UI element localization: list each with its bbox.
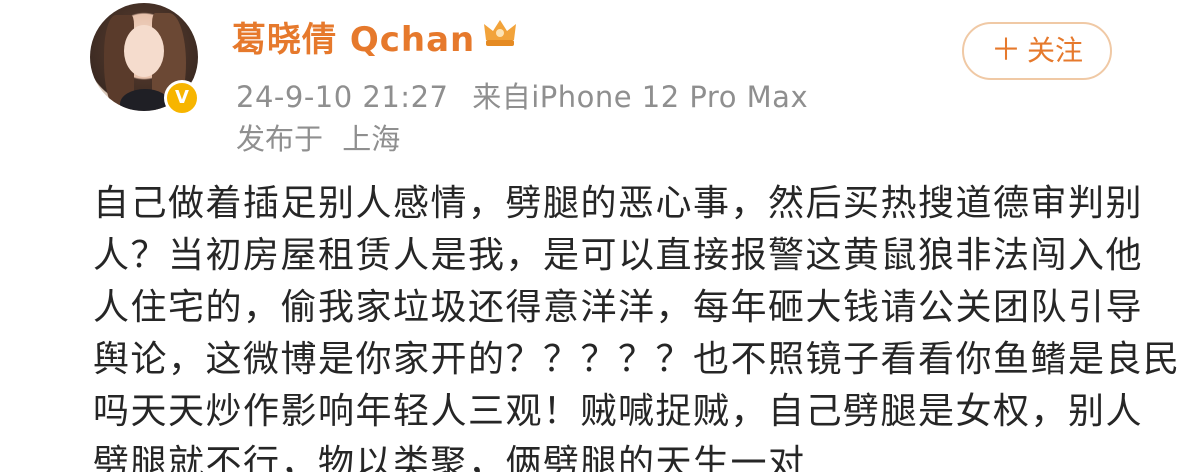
- location-label: 发布于: [236, 122, 324, 156]
- post-text: 自己做着插足别人感情，劈腿的恶心事，然后买热搜道德审判别 人？当初房屋租赁人是我…: [93, 178, 1181, 472]
- weibo-post-card: V 葛晓倩 Qchan 24-9-10 21:27 来自iPhone 12 Pr…: [0, 0, 1200, 472]
- follow-button-label: 关注: [1026, 34, 1083, 67]
- post-text-line: 舆论，这微博是你家开的？？？？？也不照镜子看看你鱼鳍是良民: [93, 339, 1181, 380]
- avatar-collar: [120, 89, 170, 111]
- location-value: 上海: [342, 122, 401, 156]
- post-time[interactable]: 24-9-10 21:27: [236, 80, 448, 114]
- post-text-line: 劈腿就不行，物以类聚，俩劈腿的天生一对: [93, 443, 806, 472]
- vip-crown-icon: [484, 20, 516, 46]
- post-meta: 24-9-10 21:27 来自iPhone 12 Pro Max: [236, 74, 822, 116]
- post-location: 发布于 上海: [236, 116, 410, 158]
- verified-icon: V: [164, 80, 200, 116]
- plus-icon: ＋: [990, 33, 1021, 68]
- post-source: 来自iPhone 12 Pro Max: [472, 80, 809, 114]
- user-name[interactable]: 葛晓倩 Qchan: [232, 12, 475, 61]
- post-text-line: 人？当初房屋租赁人是我，是可以直接报警这黄鼠狼非法闯入他: [93, 235, 1144, 276]
- post-text-line: 自己做着插足别人感情，劈腿的恶心事，然后买热搜道德审判别: [93, 183, 1144, 224]
- post-text-line: 吗天天炒作影响年轻人三观！贼喊捉贼，自己劈腿是女权，别人: [93, 391, 1144, 432]
- avatar-face: [124, 25, 164, 77]
- follow-button[interactable]: ＋关注: [962, 22, 1112, 80]
- post-text-line: 人住宅的，偷我家垃圾还得意洋洋，每年砸大钱请公关团队引导: [93, 287, 1144, 328]
